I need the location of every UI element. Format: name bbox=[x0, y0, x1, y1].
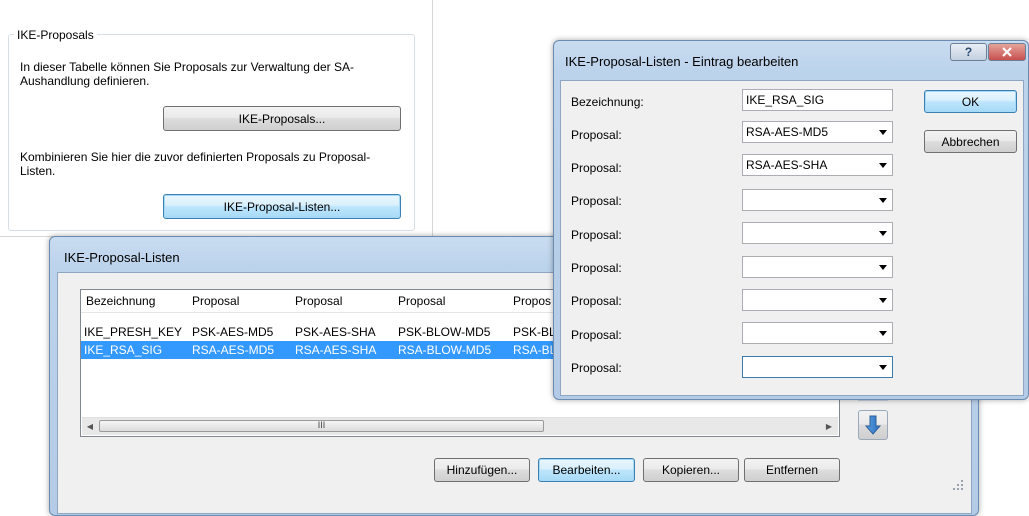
scroll-thumb[interactable]: III bbox=[99, 420, 544, 432]
move-down-button[interactable] bbox=[858, 410, 888, 440]
cancel-button[interactable]: Abbrechen bbox=[924, 130, 1017, 153]
arrow-down-icon bbox=[865, 415, 881, 435]
edit-button[interactable]: Bearbeiten... bbox=[538, 458, 635, 482]
close-button[interactable] bbox=[988, 43, 1026, 61]
chevron-down-icon bbox=[879, 130, 887, 135]
chevron-down-icon bbox=[879, 365, 887, 370]
proposal-select-8[interactable] bbox=[742, 356, 893, 378]
proposals-description: In dieser Tabelle können Sie Proposals z… bbox=[20, 60, 354, 88]
column-header-proposal-2[interactable]: Proposal bbox=[295, 290, 342, 312]
table-cell: PSK-AES-MD5 bbox=[192, 325, 274, 339]
proposal-select-5[interactable] bbox=[742, 256, 893, 278]
ike-proposals-button[interactable]: IKE-Proposals... bbox=[163, 106, 401, 131]
proposal-label-5: Proposal: bbox=[571, 261, 622, 275]
scroll-thumb-grip: III bbox=[317, 420, 326, 430]
add-button[interactable]: Hinzufügen... bbox=[434, 458, 530, 482]
proposal-select-1[interactable]: RSA-AES-MD5 bbox=[742, 121, 893, 143]
ike-proposal-lists-button[interactable]: IKE-Proposal-Listen... bbox=[163, 194, 401, 219]
ok-button[interactable]: OK bbox=[924, 90, 1017, 113]
chevron-down-icon bbox=[879, 331, 887, 336]
table-cell: RSA-BLOW-MD5 bbox=[398, 343, 492, 357]
proposal-select-value: RSA-AES-MD5 bbox=[746, 125, 829, 139]
chevron-down-icon bbox=[879, 298, 887, 303]
name-field[interactable]: IKE_RSA_SIG bbox=[742, 89, 893, 111]
chevron-down-icon bbox=[879, 198, 887, 203]
table-cell: PSK-AES-SHA bbox=[295, 325, 376, 339]
proposal-label-7: Proposal: bbox=[571, 328, 622, 342]
proposal-select-6[interactable] bbox=[742, 289, 893, 311]
column-header-proposal-1[interactable]: Proposal bbox=[192, 290, 239, 312]
column-header-name[interactable]: Bezeichnung bbox=[86, 290, 155, 312]
group-title: IKE-Proposals bbox=[14, 28, 97, 42]
help-button[interactable]: ? bbox=[950, 43, 987, 61]
table-cell: RSA-AES-SHA bbox=[295, 343, 377, 357]
scroll-right-icon[interactable]: ▶ bbox=[822, 419, 836, 434]
column-header-proposal-3[interactable]: Proposal bbox=[398, 290, 445, 312]
chevron-down-icon bbox=[879, 163, 887, 168]
proposal-label-1: Proposal: bbox=[571, 128, 622, 142]
close-icon bbox=[1002, 47, 1012, 57]
resize-grip-icon[interactable] bbox=[951, 478, 965, 492]
chevron-down-icon bbox=[879, 231, 887, 236]
horizontal-scrollbar[interactable]: ◀ III ▶ bbox=[82, 417, 838, 435]
table-cell: RSA-BL bbox=[513, 343, 557, 357]
proposal-select-7[interactable] bbox=[742, 322, 893, 344]
proposal-select-3[interactable] bbox=[742, 189, 893, 211]
help-icon: ? bbox=[964, 45, 973, 59]
table-cell: RSA-AES-MD5 bbox=[192, 343, 275, 357]
proposal-label-6: Proposal: bbox=[571, 294, 622, 308]
proposal-label-4: Proposal: bbox=[571, 228, 622, 242]
column-header-proposal-4[interactable]: Propos bbox=[513, 290, 551, 312]
proposal-lists-description: Kombinieren Sie hier die zuvor definiert… bbox=[20, 150, 371, 178]
proposal-label-8: Proposal: bbox=[571, 361, 622, 375]
edit-dialog-title: IKE-Proposal-Listen - Eintrag bearbeiten bbox=[565, 54, 799, 69]
proposal-label-2: Proposal: bbox=[571, 161, 622, 175]
remove-button[interactable]: Entfernen bbox=[744, 458, 840, 482]
table-cell: IKE_RSA_SIG bbox=[84, 343, 163, 357]
table-cell: IKE_PRESH_KEY bbox=[84, 325, 183, 339]
proposal-label-3: Proposal: bbox=[571, 194, 622, 208]
proposal-select-4[interactable] bbox=[742, 222, 893, 244]
table-cell: PSK-BL bbox=[513, 325, 556, 339]
proposal-select-2[interactable]: RSA-AES-SHA bbox=[742, 154, 893, 176]
scroll-left-icon[interactable]: ◀ bbox=[83, 419, 97, 434]
copy-button[interactable]: Kopieren... bbox=[643, 458, 739, 482]
name-label: Bezeichnung: bbox=[571, 95, 644, 109]
proposal-select-value: RSA-AES-SHA bbox=[746, 158, 828, 172]
list-dialog-title: IKE-Proposal-Listen bbox=[64, 250, 180, 265]
chevron-down-icon bbox=[879, 265, 887, 270]
table-cell: PSK-BLOW-MD5 bbox=[398, 325, 491, 339]
